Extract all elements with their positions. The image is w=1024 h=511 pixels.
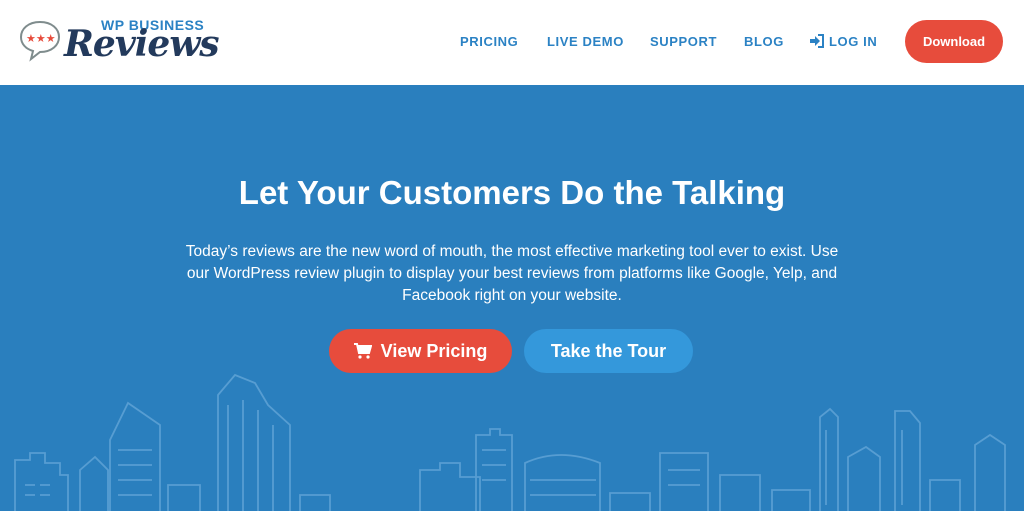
login-icon — [810, 34, 824, 48]
nav-pricing[interactable]: PRICING — [460, 34, 518, 49]
view-pricing-label: View Pricing — [380, 340, 488, 361]
hero-headline: Let Your Customers Do the Talking — [238, 174, 786, 211]
hero-section: Let Your Customers Do the Talking Today’… — [0, 85, 1024, 511]
shopping-cart-icon — [353, 343, 372, 359]
nav-log-in-label: LOG IN — [829, 34, 878, 49]
hero-subtext: Today’s reviews are the new word of mout… — [185, 243, 839, 304]
take-tour-button[interactable]: Take the Tour — [524, 329, 693, 373]
nav-log-in[interactable]: LOG IN — [809, 34, 877, 49]
nav-blog[interactable]: BLOG — [744, 34, 784, 49]
view-pricing-button[interactable]: View Pricing — [329, 329, 512, 373]
nav-support[interactable]: SUPPORT — [650, 34, 717, 49]
nav-live-demo[interactable]: LIVE DEMO — [547, 34, 624, 49]
download-button[interactable]: Download — [905, 20, 1003, 63]
site-header: ★★★ WP BUSINESS Reviews PRICING LIVE DEM… — [0, 0, 1024, 85]
main-nav: PRICING LIVE DEMO SUPPORT BLOG LOG IN — [0, 34, 1024, 54]
